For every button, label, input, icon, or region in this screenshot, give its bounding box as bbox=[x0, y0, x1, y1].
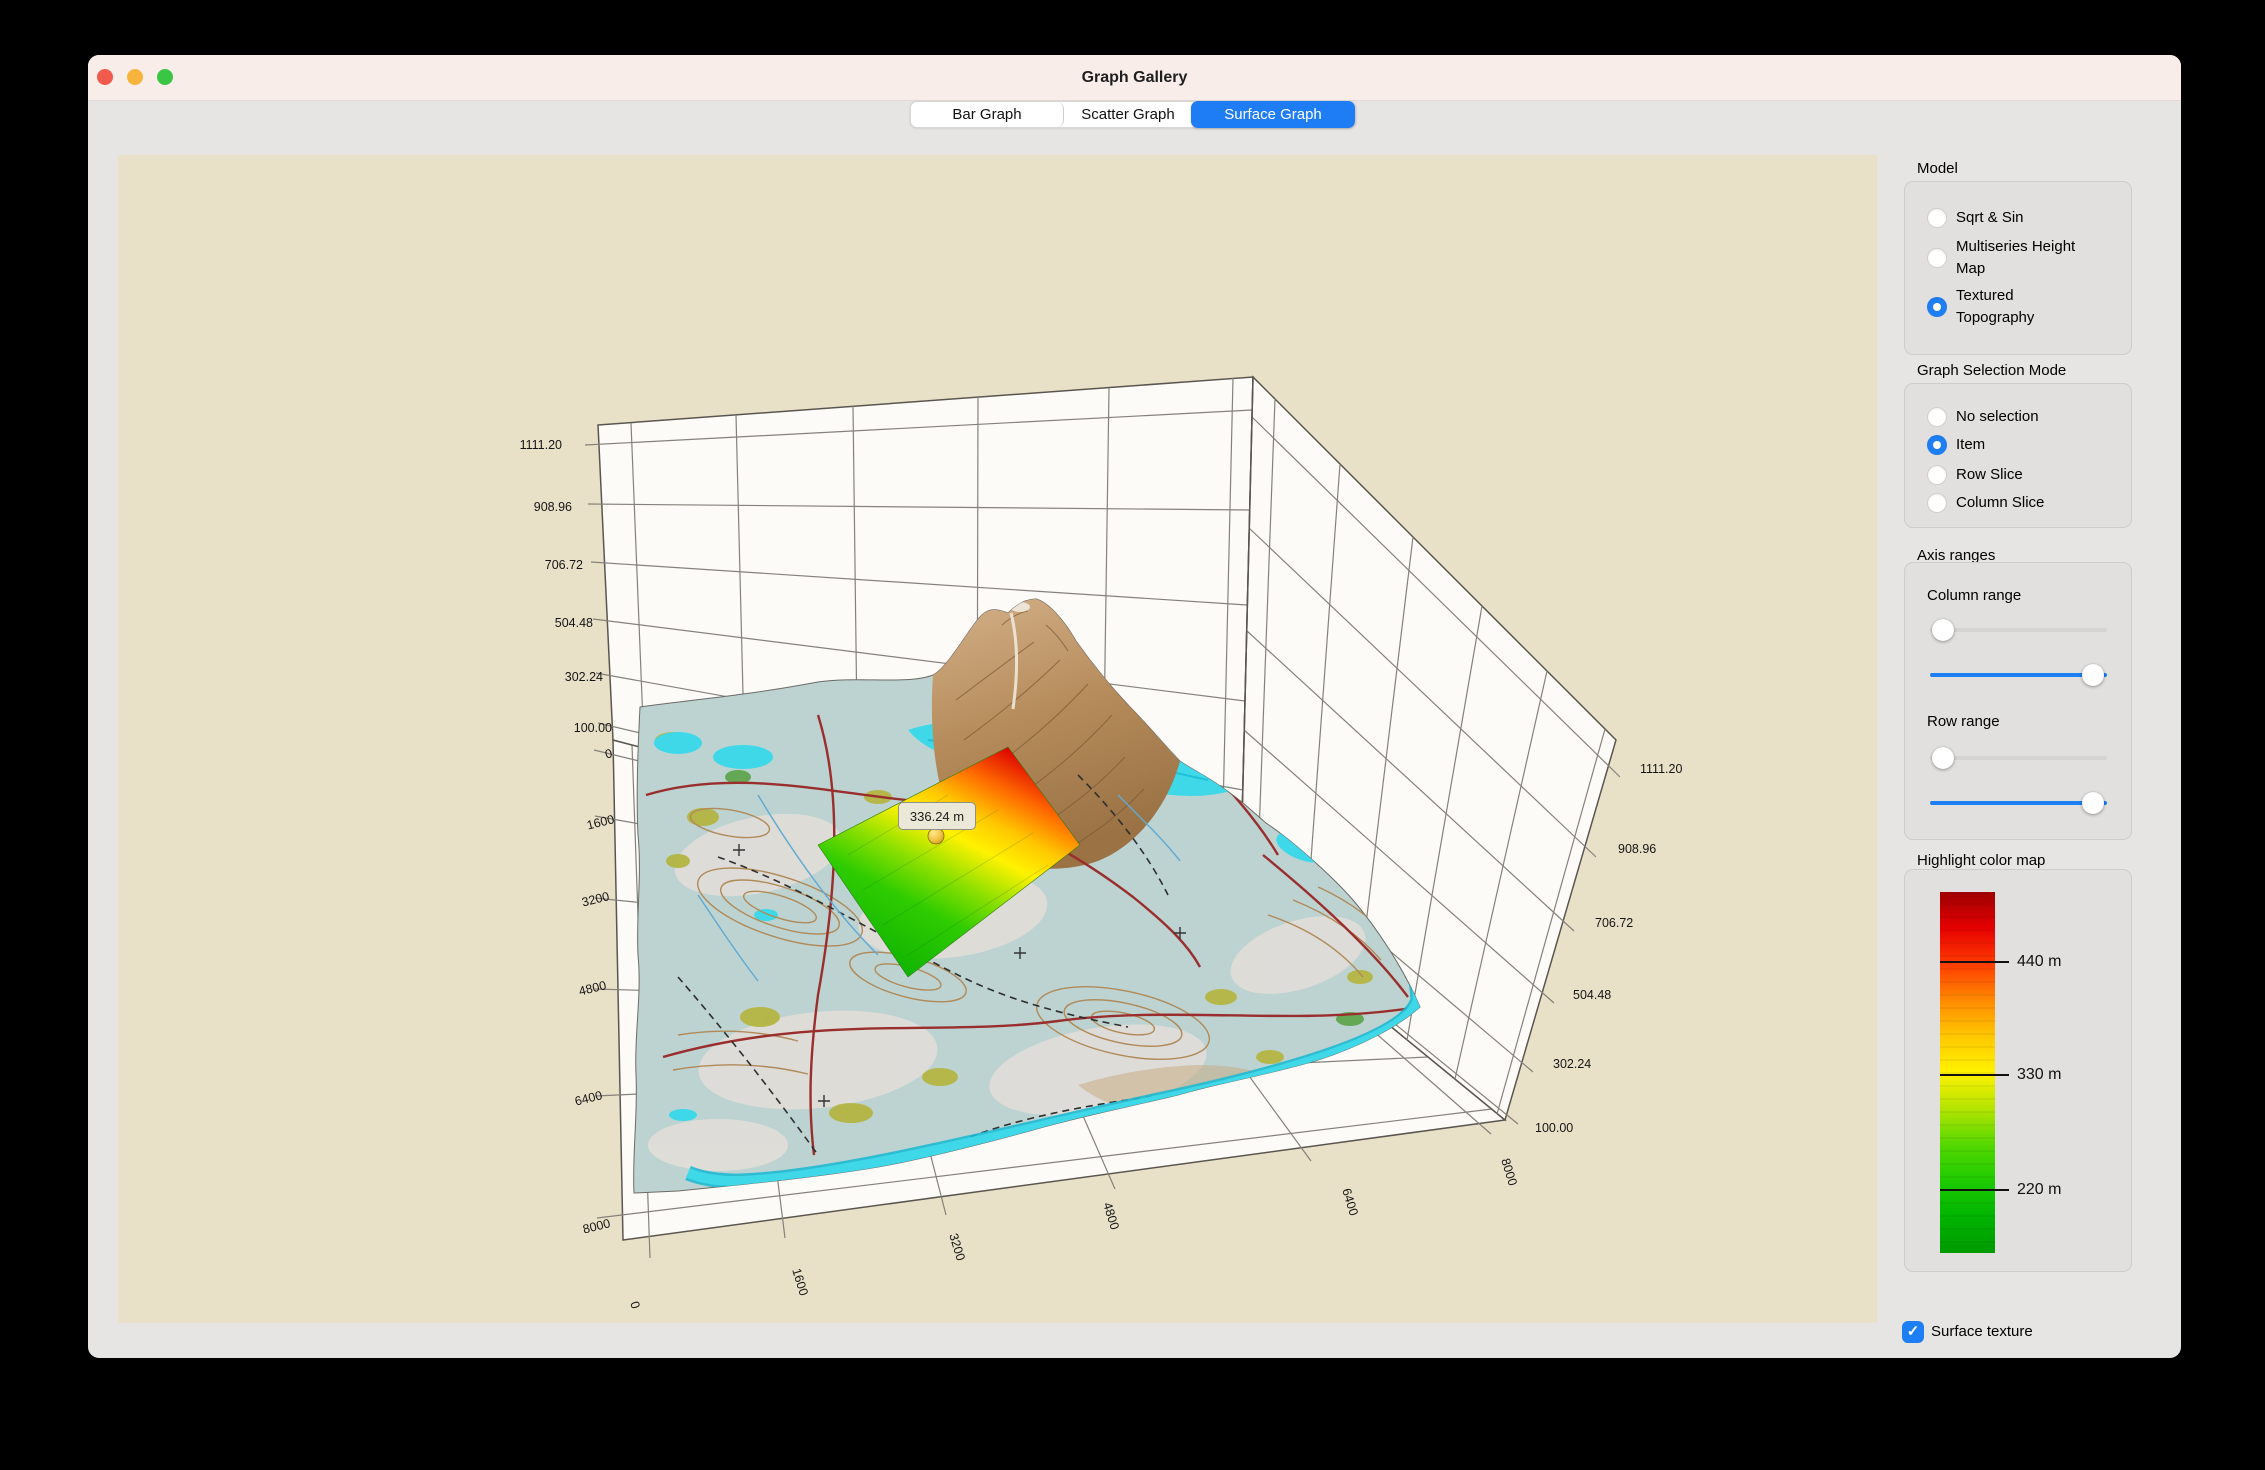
radio-row-slice[interactable]: Row Slice bbox=[1927, 464, 2023, 486]
radio-multiseries-height-map[interactable]: Multiseries Height Map bbox=[1927, 236, 2076, 280]
axis-tick-label: 1111.20 bbox=[520, 438, 562, 452]
window-title: Graph Gallery bbox=[88, 55, 2181, 100]
axis-tick-label: 504.48 bbox=[1573, 988, 1611, 1002]
radio-icon-selected[interactable] bbox=[1927, 435, 1947, 455]
graph-tab-bar: Bar Graph Scatter Graph Surface Graph bbox=[910, 101, 1356, 128]
radio-item[interactable]: Item bbox=[1927, 434, 1985, 456]
color-bar-tick-label: 440 m bbox=[2017, 953, 2061, 971]
minimize-button[interactable] bbox=[127, 69, 143, 85]
column-max-slider-track[interactable] bbox=[1930, 673, 2107, 677]
radio-no-selection[interactable]: No selection bbox=[1927, 406, 2039, 428]
radio-label: Multiseries Height Map bbox=[1956, 236, 2076, 280]
radio-icon-selected[interactable] bbox=[1927, 297, 1947, 317]
highlight-color-bar bbox=[1940, 892, 1995, 1253]
column-min-slider-track[interactable] bbox=[1930, 628, 2107, 632]
radio-label: Textured Topography bbox=[1956, 285, 2076, 329]
row-max-slider-track[interactable] bbox=[1930, 801, 2107, 805]
surface-graph-view[interactable]: . bbox=[118, 155, 1877, 1323]
axis-tick-label: 302.24 bbox=[565, 670, 603, 684]
radio-label: Row Slice bbox=[1956, 464, 2023, 486]
radio-icon[interactable] bbox=[1927, 248, 1947, 268]
radio-label: Column Slice bbox=[1956, 492, 2044, 514]
surface-texture-label[interactable]: Surface texture bbox=[1931, 1321, 2033, 1343]
axis-tick-label: 302.24 bbox=[1553, 1057, 1591, 1071]
tab-bar-graph[interactable]: Bar Graph bbox=[911, 102, 1064, 127]
radio-column-slice[interactable]: Column Slice bbox=[1927, 492, 2044, 514]
axis-tick-label: 100.00 bbox=[1535, 1121, 1573, 1135]
color-bar-tick bbox=[1940, 1189, 2009, 1191]
row-max-slider-handle[interactable] bbox=[2082, 792, 2104, 814]
radio-icon[interactable] bbox=[1927, 493, 1947, 513]
tab-surface-graph[interactable]: Surface Graph bbox=[1191, 101, 1355, 128]
axis-tick-label: 706.72 bbox=[1595, 916, 1633, 930]
zoom-button[interactable] bbox=[157, 69, 173, 85]
axis-tick-label: 908.96 bbox=[1618, 842, 1656, 856]
axis-tick-label: 100.00 bbox=[574, 721, 612, 735]
selected-point-marker bbox=[928, 828, 944, 844]
desktop: { "window": { "title": "Graph Gallery" }… bbox=[0, 0, 2265, 1470]
radio-sqrt-sin[interactable]: Sqrt & Sin bbox=[1927, 207, 2024, 229]
color-bar-tick-label: 220 m bbox=[2017, 1181, 2061, 1199]
radio-icon[interactable] bbox=[1927, 465, 1947, 485]
column-max-slider-handle[interactable] bbox=[2082, 664, 2104, 686]
model-section-label: Model bbox=[1917, 160, 1958, 177]
row-min-slider-track[interactable] bbox=[1930, 756, 2107, 760]
axis-tick-label: 504.48 bbox=[555, 616, 593, 630]
radio-label: No selection bbox=[1956, 406, 2039, 428]
color-bar-tick-label: 330 m bbox=[2017, 1066, 2061, 1084]
radio-label: Sqrt & Sin bbox=[1956, 207, 2024, 229]
surface-graph-canvas[interactable]: . bbox=[118, 155, 1877, 1323]
radio-icon[interactable] bbox=[1927, 208, 1947, 228]
app-window: Graph Gallery Bar Graph Scatter Graph Su… bbox=[88, 55, 2181, 1358]
column-min-slider-handle[interactable] bbox=[1932, 619, 1954, 641]
tab-scatter-graph[interactable]: Scatter Graph bbox=[1064, 102, 1192, 127]
selection-mode-section-label: Graph Selection Mode bbox=[1917, 362, 2066, 379]
surface-texture-checkbox[interactable] bbox=[1902, 1321, 1924, 1343]
radio-icon[interactable] bbox=[1927, 407, 1947, 427]
color-bar-tick bbox=[1940, 961, 2009, 963]
row-min-slider-handle[interactable] bbox=[1932, 747, 1954, 769]
selection-value-tooltip: 336.24 m bbox=[898, 802, 976, 830]
color-bar-tick bbox=[1940, 1074, 2009, 1076]
axis-tick-label: 908.96 bbox=[534, 500, 572, 514]
axis-tick-label: 1111.20 bbox=[1640, 762, 1682, 776]
title-bar: Graph Gallery bbox=[88, 55, 2181, 101]
close-button[interactable] bbox=[97, 69, 113, 85]
column-range-label: Column range bbox=[1927, 587, 2021, 604]
radio-textured-topography[interactable]: Textured Topography bbox=[1927, 285, 2076, 329]
radio-label: Item bbox=[1956, 434, 1985, 456]
color-map-section-label: Highlight color map bbox=[1917, 852, 2045, 869]
row-range-label: Row range bbox=[1927, 713, 2000, 730]
axis-tick-label: 706.72 bbox=[545, 558, 583, 572]
